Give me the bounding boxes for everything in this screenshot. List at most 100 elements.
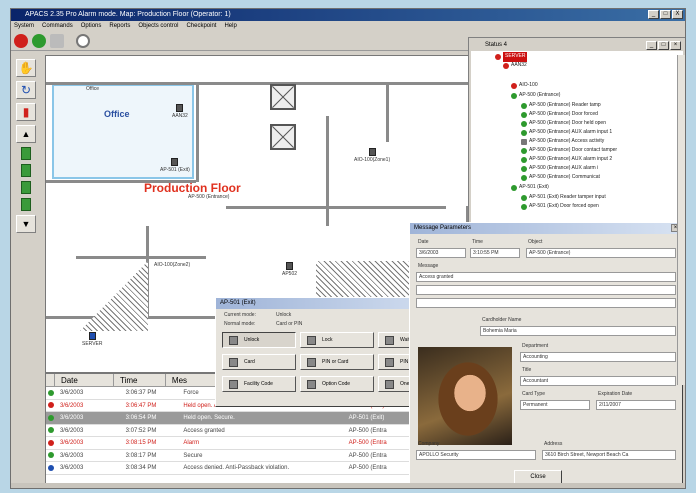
message-field[interactable]: Access granted: [416, 272, 676, 282]
tree-node[interactable]: AP-500 (Entrance) Communicat: [521, 173, 600, 183]
facility-code-button[interactable]: Facility Code: [222, 376, 296, 392]
object-field[interactable]: AP-500 (Entrance): [526, 248, 676, 258]
close-dialog-button[interactable]: Close: [514, 470, 562, 484]
tree-node[interactable]: AIO-100: [511, 81, 538, 91]
main-scrollbar[interactable]: [677, 55, 685, 385]
tree-node[interactable]: AP-501 (Exit) Door forced open: [521, 202, 599, 212]
event-status-icon: [46, 437, 56, 449]
tree-node-label: AP-501 (Exit): [519, 184, 549, 190]
tree-node[interactable]: AP-500 (Entrance): [511, 91, 560, 101]
status-dot-ok: [521, 194, 527, 201]
event-message: Access granted: [183, 427, 225, 434]
message-parameters-window[interactable]: Message Parameters × Date 3/6/2003 Time …: [409, 222, 683, 486]
pass-icon: [385, 379, 394, 389]
department-field[interactable]: Accounting: [520, 352, 676, 362]
clock-icon[interactable]: [76, 33, 90, 48]
menu-help[interactable]: Help: [224, 21, 236, 31]
status-tree: SERVER AAN32 AIO-100 AP-500 (Entrance) A…: [471, 51, 683, 251]
scroll-down-icon[interactable]: ▼: [16, 215, 36, 233]
time-field[interactable]: 3:10:55 PM: [470, 248, 520, 258]
level-bar-2[interactable]: [21, 164, 31, 177]
message-extra-field-2[interactable]: [416, 298, 676, 308]
cardholder-field[interactable]: Bohemia Maria: [480, 326, 676, 336]
card-button[interactable]: Card: [222, 354, 296, 370]
cardholder-label: Cardholder Name: [482, 317, 522, 323]
normal-mode-value: Card or PIN: [276, 321, 303, 327]
pin-or-card-button[interactable]: PIN or Card: [300, 354, 374, 370]
aio-zone2-label: AIO-100(Zone2): [154, 262, 191, 268]
tree-node-label: AP-500 (Entrance) Communicat: [529, 174, 600, 180]
level-bar-1[interactable]: [21, 147, 31, 160]
date-column-header[interactable]: Date: [55, 374, 114, 386]
ap502-device[interactable]: AP502: [282, 262, 297, 277]
exit-icon[interactable]: [50, 33, 64, 48]
signal-icon[interactable]: ▮: [16, 103, 36, 121]
level-bar-3[interactable]: [21, 181, 31, 194]
server-label: SERVER: [82, 341, 103, 347]
ap501-device[interactable]: AP-501 (Exit): [160, 158, 190, 173]
title-field[interactable]: Accountant: [520, 376, 676, 386]
cardholder-photo: [418, 347, 512, 445]
ap500-device-label: AP-500 (Entrance): [188, 194, 230, 200]
time-label: Time: [472, 239, 483, 245]
event-date: 3/6/2003: [59, 465, 84, 471]
status-window-controls: _ □ ×: [646, 41, 681, 50]
status-minimize-button[interactable]: _: [646, 41, 657, 50]
aio-zone1-device[interactable]: AIO-100(Zone1): [354, 148, 390, 163]
status-dot-ok: [521, 102, 527, 109]
elevator-2: [270, 124, 296, 150]
menu-options[interactable]: Options: [81, 21, 102, 31]
event-time: 3:07:52 PM: [125, 427, 157, 434]
option-code-button[interactable]: Option Code: [300, 376, 374, 392]
expiration-field[interactable]: 2/11/2007: [596, 400, 676, 410]
status-dot-ok: [521, 174, 527, 181]
event-status-icon: [46, 412, 56, 424]
wall: [386, 82, 389, 142]
event-message: Alarm: [183, 440, 200, 446]
address-field[interactable]: 3610 Birch Street, Newport Beach Ca: [542, 450, 676, 460]
aio-zone2-device[interactable]: AIO-100(Zone2): [154, 262, 190, 268]
hand-icon[interactable]: ✋: [16, 59, 36, 77]
tree-node[interactable]: AP-501 (Exit): [511, 183, 549, 193]
app-window: APACS 2.35 Pro Alarm mode. Map: Producti…: [10, 8, 686, 489]
tree-node[interactable]: AAN32: [503, 61, 527, 71]
ap500-device[interactable]: AP-500 (Entrance): [188, 194, 229, 200]
wall: [326, 116, 329, 226]
left-toolbar: ✋ ↻ ▮ ▲ ▼: [11, 55, 41, 270]
menu-reports[interactable]: Reports: [109, 21, 130, 31]
object-label: Object: [528, 239, 543, 245]
ap501-device-label: AP-501 (Exit): [160, 167, 190, 173]
server-device[interactable]: SERVER: [82, 332, 102, 347]
stop-icon[interactable]: [14, 33, 28, 48]
go-icon[interactable]: [32, 33, 46, 48]
event-time: 3:08:17 PM: [125, 452, 157, 459]
close-button[interactable]: X: [672, 10, 683, 19]
date-field[interactable]: 3/6/2003: [416, 248, 466, 258]
menu-commands[interactable]: Commands: [42, 21, 73, 31]
card-type-field[interactable]: Permanent: [520, 400, 590, 410]
facility-code-button-label: Facility Code: [244, 381, 273, 387]
time-column-header[interactable]: Time: [114, 374, 166, 386]
minimize-button[interactable]: _: [648, 10, 659, 19]
menu-system[interactable]: System: [14, 21, 34, 31]
lock-button[interactable]: Lock: [300, 332, 374, 348]
menu-checkpoint[interactable]: Checkpoint: [186, 21, 216, 31]
refresh-icon[interactable]: ↻: [16, 81, 36, 99]
tree-node-label: AAN32: [511, 62, 527, 68]
tree-node-label: AP-501 (Exit) Door forced open: [529, 203, 599, 209]
message-extra-field[interactable]: [416, 285, 676, 295]
unlock-button[interactable]: Unlock: [222, 332, 296, 348]
menu-objects-control[interactable]: Objects control: [138, 21, 178, 31]
event-time: 3:08:15 PM: [125, 440, 157, 446]
status-dot-ok: [511, 92, 517, 99]
company-field[interactable]: APOLLO Security: [416, 450, 536, 460]
event-date: 3/6/2003: [59, 452, 84, 459]
aan-device[interactable]: AAN32: [172, 104, 188, 119]
level-bar-4[interactable]: [21, 198, 31, 211]
status-close-button[interactable]: ×: [670, 41, 681, 50]
server-icon: [88, 332, 96, 340]
option-code-button-label: Option Code: [322, 381, 351, 387]
status-maximize-button[interactable]: □: [658, 41, 669, 50]
maximize-button[interactable]: □: [660, 10, 671, 19]
scroll-up-icon[interactable]: ▲: [16, 125, 36, 143]
